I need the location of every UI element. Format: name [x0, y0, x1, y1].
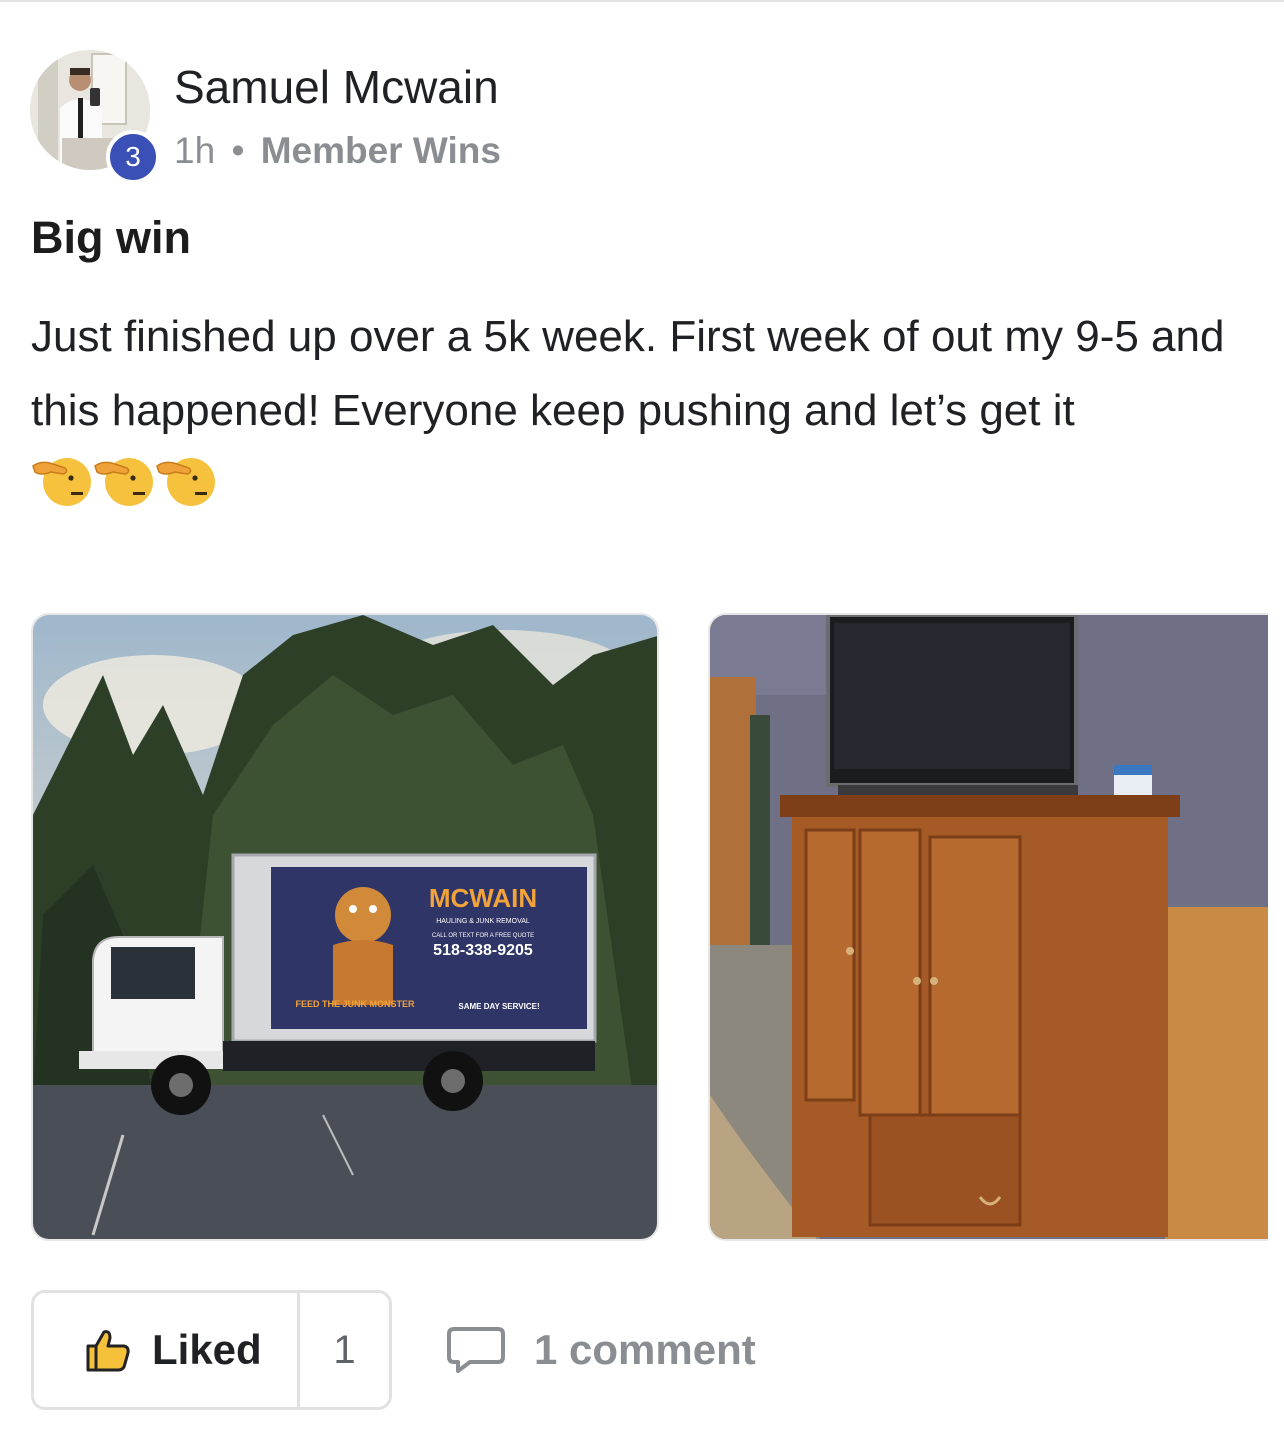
- like-button[interactable]: Liked: [34, 1293, 300, 1407]
- post-meta: 1h • Member Wins: [174, 130, 501, 172]
- pointing-left-face-emoji: [156, 458, 215, 506]
- level-badge: 3: [106, 130, 160, 184]
- truck-image: MCWAIN HAULING & JUNK REMOVAL CALL OR TE…: [33, 615, 657, 1239]
- truck-tagline: HAULING & JUNK REMOVAL: [436, 918, 530, 925]
- truck-phone: 518-338-9205: [433, 942, 533, 959]
- like-label: Liked: [152, 1326, 262, 1373]
- photo-cabinet[interactable]: [708, 613, 1268, 1241]
- emoji-row: [31, 446, 217, 510]
- comment-count-label: 1 comment: [534, 1326, 756, 1373]
- thumbs-up-icon: [86, 1330, 130, 1372]
- pointing-left-face-emoji: [94, 458, 153, 506]
- top-divider: [0, 0, 1284, 2]
- meta-separator: •: [231, 130, 245, 171]
- comment-button[interactable]: 1 comment: [446, 1318, 756, 1382]
- author-avatar-wrap[interactable]: 3: [30, 50, 160, 184]
- post-title: Big win: [31, 212, 191, 263]
- post-body: Just finished up over a 5k week. First w…: [31, 312, 1225, 435]
- truck-call-text: CALL OR TEXT FOR A FREE QUOTE: [432, 933, 534, 939]
- author-name[interactable]: Samuel Mcwain: [174, 60, 499, 114]
- post-category[interactable]: Member Wins: [261, 130, 501, 171]
- photo-truck[interactable]: MCWAIN HAULING & JUNK REMOVAL CALL OR TE…: [31, 613, 659, 1241]
- truck-service: SAME DAY SERVICE!: [458, 1002, 539, 1011]
- truck-brand: MCWAIN: [429, 883, 537, 913]
- like-box: Liked 1: [31, 1290, 392, 1410]
- truck-slogan: FEED THE JUNK MONSTER: [295, 999, 415, 1009]
- cabinet-image: [710, 615, 1268, 1239]
- like-count[interactable]: 1: [300, 1293, 389, 1407]
- comment-bubble-icon: [447, 1327, 505, 1373]
- pointing-left-face-emoji: [32, 458, 91, 506]
- post-time: 1h: [174, 130, 216, 171]
